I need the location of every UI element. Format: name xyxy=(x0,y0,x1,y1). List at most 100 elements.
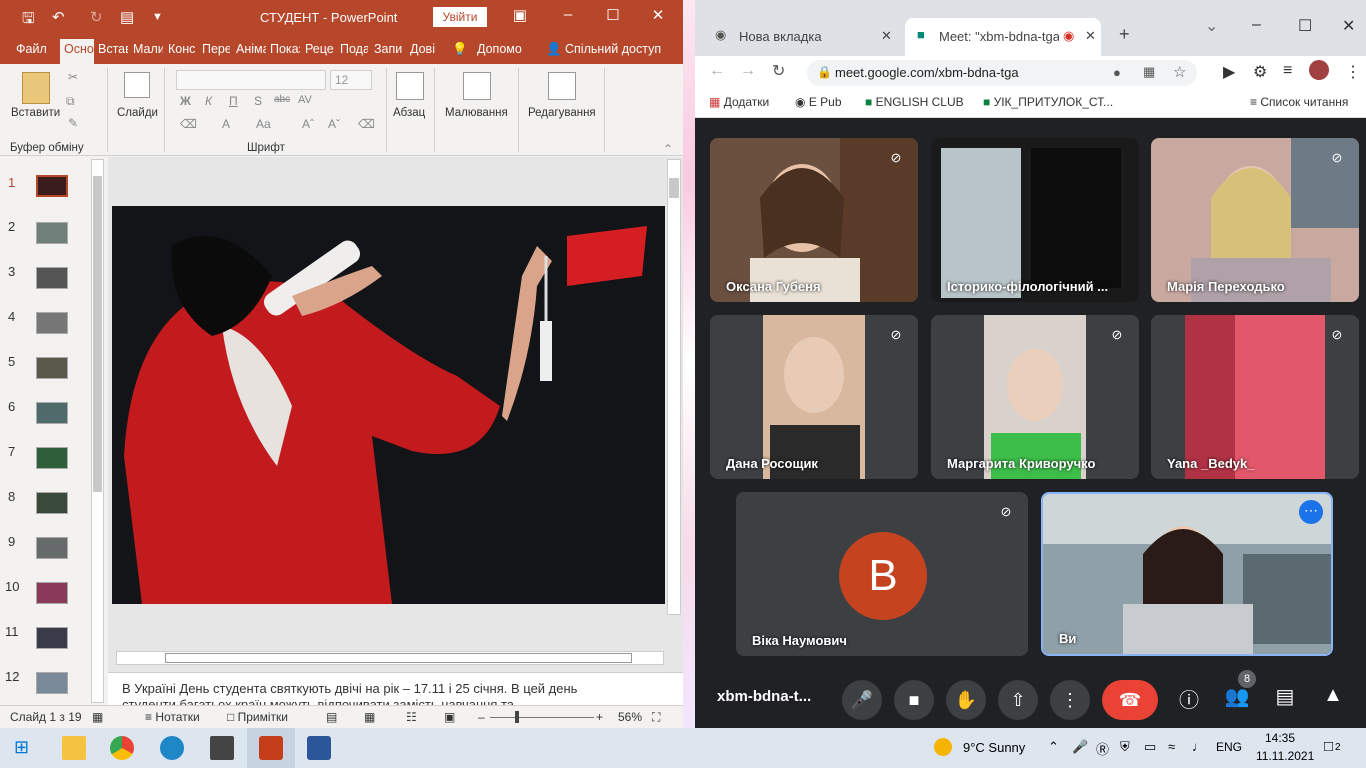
media-icon[interactable]: ▶ xyxy=(1223,62,1235,82)
participant-tile-1[interactable]: ⊘ Оксана Губеня xyxy=(710,138,918,302)
camera-in-use-icon[interactable]: ● xyxy=(1113,65,1121,80)
tab-draw[interactable]: Мали xyxy=(133,42,163,56)
chrome-taskbar-icon[interactable] xyxy=(110,736,134,760)
slide-thumbnail-3[interactable] xyxy=(36,267,68,289)
battery-icon[interactable]: ▭ xyxy=(1144,739,1156,755)
tab-record[interactable]: Запи xyxy=(374,42,404,56)
cut-icon[interactable]: ✂ xyxy=(68,70,78,84)
slide-scrollbar[interactable] xyxy=(667,159,681,615)
zoom-slider-thumb[interactable] xyxy=(515,711,519,723)
slide-thumbnail-12[interactable] xyxy=(36,672,68,694)
ribbon-display-icon[interactable]: ▣ xyxy=(505,6,535,24)
participant-tile-7[interactable]: В ⊘ Віка Наумович xyxy=(736,492,1028,656)
mic-icon[interactable]: 🎤 xyxy=(842,680,882,720)
reload-icon[interactable]: ↻ xyxy=(772,61,785,81)
editing-search-icon[interactable] xyxy=(548,72,576,100)
bookmark-star-icon[interactable]: ☆ xyxy=(1173,63,1186,81)
zoom-level[interactable]: 56% xyxy=(618,710,642,724)
forward-icon[interactable]: → xyxy=(740,62,756,80)
defender-icon[interactable]: ⛨ xyxy=(1120,739,1130,755)
close-button[interactable]: ✕ xyxy=(1342,16,1355,36)
slide-thumbnail-6[interactable] xyxy=(36,402,68,424)
scrollbar-thumb[interactable] xyxy=(669,178,679,198)
powerpoint-taskbar-button[interactable] xyxy=(247,728,295,768)
close-tab-icon[interactable]: ✕ xyxy=(881,28,892,44)
notes-button[interactable]: ≡ Нотатки xyxy=(145,710,200,724)
tab-review[interactable]: Реце xyxy=(305,42,335,56)
clock-time[interactable]: 14:35 xyxy=(1265,731,1295,745)
tab-file[interactable]: Файл xyxy=(16,42,47,56)
normal-view-icon[interactable]: ▤ xyxy=(326,710,337,724)
tab-slideshow[interactable]: Показ xyxy=(270,42,300,56)
editing-label[interactable]: Редагування xyxy=(528,107,596,119)
paste-icon[interactable] xyxy=(22,72,50,104)
slide-thumbnail-8[interactable] xyxy=(36,492,68,514)
edge-icon[interactable] xyxy=(160,736,184,760)
copy-icon[interactable]: ⧉ xyxy=(66,94,75,109)
bookmark-epub[interactable]: ◉ E Pub xyxy=(795,95,842,109)
activities-icon[interactable]: ▲ xyxy=(1318,684,1348,707)
italic-button[interactable]: К xyxy=(205,94,212,108)
zoom-out-button[interactable]: – xyxy=(478,710,485,724)
present-icon[interactable]: ▤ xyxy=(120,8,134,26)
minimize-button[interactable]: – xyxy=(553,6,583,23)
slide-thumbnail-7[interactable] xyxy=(36,447,68,469)
drawing-icon[interactable] xyxy=(463,72,491,100)
reading-list-button[interactable]: ≡ Список читання xyxy=(1250,95,1348,109)
weather-icon[interactable] xyxy=(934,738,952,756)
participant-tile-5[interactable]: ⊘ Маргарита Криворучко xyxy=(931,315,1139,479)
underline-button[interactable]: П xyxy=(229,94,238,108)
info-icon[interactable]: ⓘ xyxy=(1174,684,1204,713)
slideshow-view-icon[interactable]: ▣ xyxy=(444,710,455,724)
maximize-button[interactable]: ☐ xyxy=(598,6,628,24)
volume-icon[interactable]: ♩ xyxy=(1192,739,1205,754)
signin-button[interactable]: Увійти xyxy=(433,7,487,27)
tab-view[interactable]: Пода xyxy=(340,42,368,56)
collapse-ribbon-icon[interactable]: ⌃ xyxy=(663,142,673,156)
accessibility-icon[interactable]: ▦ xyxy=(92,710,103,724)
notifications-icon[interactable]: □ xyxy=(1324,738,1333,755)
menu-icon[interactable]: ⋮ xyxy=(1345,62,1361,82)
minimize-button[interactable]: – xyxy=(1252,16,1261,34)
more-options-icon[interactable]: ⋮ xyxy=(1050,680,1090,720)
paragraph-icon[interactable] xyxy=(396,72,424,100)
eraser-icon[interactable]: ⌫ xyxy=(358,117,375,131)
language-indicator[interactable]: ENG xyxy=(1216,740,1242,754)
skype-icon[interactable]: Ⓡ xyxy=(1096,739,1109,758)
strikethrough-button[interactable]: abc xyxy=(274,94,290,105)
paste-label[interactable]: Вставити xyxy=(11,107,60,119)
participant-tile-6[interactable]: ⊘ Yana _Bedyk_ xyxy=(1151,315,1359,479)
tab-design[interactable]: Конс xyxy=(168,42,196,56)
save-icon[interactable]: 🖫 xyxy=(22,8,35,33)
zoom-slider[interactable] xyxy=(490,717,594,718)
share-button[interactable]: Спільний доступ xyxy=(565,42,661,56)
extensions-icon[interactable]: ⚙ xyxy=(1253,62,1267,82)
new-slide-icon[interactable] xyxy=(124,72,150,98)
end-call-button[interactable]: ☎ xyxy=(1102,680,1158,720)
file-explorer-icon[interactable] xyxy=(62,736,86,760)
slides-label[interactable]: Слайди xyxy=(117,107,158,119)
tab-new-tab[interactable]: ◉ Нова вкладка ✕ xyxy=(703,18,899,56)
tell-me-search[interactable]: Допомо xyxy=(477,42,525,56)
font-color-button[interactable]: A xyxy=(222,117,230,131)
format-painter-icon[interactable]: ✎ xyxy=(68,116,78,130)
url-field[interactable]: 🔒 meet.google.com/xbm-bdna-tga ● ▦ ☆ xyxy=(807,60,1197,86)
paragraph-label[interactable]: Абзац xyxy=(393,107,425,119)
bookmark-uik[interactable]: ■ УІК_ПРИТУЛОК_СТ... xyxy=(983,95,1113,109)
install-app-icon[interactable]: ▦ xyxy=(1143,64,1155,80)
notes-pane[interactable]: В Україні День студента святкують двічі … xyxy=(108,672,683,706)
close-tab-icon[interactable]: ✕ xyxy=(1085,28,1096,44)
font-name-select[interactable] xyxy=(176,70,326,90)
avatar[interactable] xyxy=(1309,60,1329,80)
bold-button[interactable]: Ж xyxy=(180,94,191,108)
zoom-in-button[interactable]: + xyxy=(596,710,603,724)
spacing-button[interactable]: AV xyxy=(298,94,312,106)
change-case-button[interactable]: Aa xyxy=(256,117,271,131)
slide-canvas[interactable] xyxy=(112,206,665,604)
meeting-code[interactable]: xbm-bdna-t... xyxy=(717,688,811,705)
bookmark-apps[interactable]: ▦ Додатки xyxy=(709,95,769,109)
comments-button[interactable]: □ Примітки xyxy=(227,710,288,724)
tab-home[interactable]: Осно xyxy=(60,39,94,64)
clear-format-icon[interactable]: ⌫ xyxy=(180,117,197,131)
back-icon[interactable]: ← xyxy=(709,62,725,80)
